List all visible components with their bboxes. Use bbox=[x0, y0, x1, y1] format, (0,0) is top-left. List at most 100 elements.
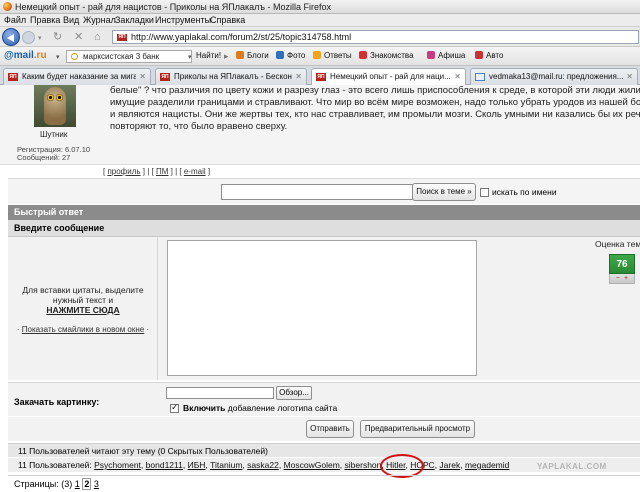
menu-help[interactable]: Справка bbox=[210, 15, 245, 25]
tab-mig[interactable]: ЯП Каким будет наказание за мигалки ✕ bbox=[3, 68, 151, 85]
menu-edit[interactable]: Правка bbox=[30, 15, 60, 25]
tab-favicon-icon: ЯП bbox=[160, 73, 170, 81]
page-current: 2 bbox=[82, 478, 92, 490]
history-dropdown-icon[interactable]: ▾ bbox=[38, 33, 42, 45]
user-link[interactable]: bond1211 bbox=[146, 460, 183, 470]
post-author[interactable]: Шутник bbox=[40, 130, 67, 139]
show-smiles-link[interactable]: Показать смайлики в новом окне bbox=[22, 325, 144, 334]
add-logo-label: Включить добавление логотипа сайта bbox=[183, 403, 337, 413]
menu-tools[interactable]: Инструменты bbox=[155, 15, 211, 25]
mailru-dating[interactable]: Знакомства bbox=[359, 51, 414, 60]
email-link[interactable]: e-mail bbox=[184, 167, 206, 176]
firefox-icon bbox=[3, 2, 12, 11]
url-text[interactable]: http://www.yaplakal.com/forum2/st/25/top… bbox=[131, 32, 351, 42]
user-link[interactable]: Jarek bbox=[439, 460, 460, 470]
vote-down-icon[interactable]: − bbox=[616, 275, 620, 282]
mailru-answers-label: Ответы bbox=[324, 51, 352, 60]
quote-hint-line: Для вставки цитаты, выделите bbox=[22, 285, 144, 295]
forward-button[interactable] bbox=[22, 31, 35, 44]
preview-button[interactable]: Предварительный просмотр bbox=[360, 420, 475, 438]
post-body: белые" ? что различия по цвету кожи и ра… bbox=[110, 85, 640, 133]
user-link[interactable]: ИБН bbox=[188, 460, 206, 470]
user-link[interactable]: Titanium bbox=[210, 460, 242, 470]
car-icon bbox=[475, 51, 483, 59]
rating-value: 76 bbox=[609, 254, 635, 274]
topic-search-input[interactable] bbox=[221, 184, 413, 200]
message-panel bbox=[158, 237, 488, 380]
mailru-logo[interactable]: @mail.ru bbox=[4, 50, 47, 61]
tab-mail[interactable]: vedmaka13@mail.ru: предложения... ✕ bbox=[470, 68, 638, 85]
readers-count: 11 Пользователей читают эту тему (0 Скры… bbox=[8, 443, 640, 457]
mailru-answers[interactable]: Ответы bbox=[313, 51, 352, 60]
search-by-name-checkbox[interactable] bbox=[480, 188, 489, 197]
user-link[interactable]: sibershon bbox=[345, 460, 382, 470]
menu-file[interactable]: Файл bbox=[4, 15, 26, 25]
mailru-search-input[interactable]: марксистская 3 банк bbox=[66, 50, 192, 63]
window-title-bar: Немецкий опыт - рай для нацистов - Прико… bbox=[0, 0, 640, 14]
tab-current[interactable]: ЯП Немецкий опыт - рай для наци... ✕ bbox=[311, 68, 466, 86]
vote-up-icon[interactable]: + bbox=[624, 275, 628, 282]
upload-row: Закачать картинку: Обзор... Включить доб… bbox=[8, 382, 640, 416]
tab-prikoly[interactable]: ЯП Приколы на ЯПлакалъ - Бесконеч... ✕ bbox=[155, 68, 307, 85]
quote-helper-panel: Для вставки цитаты, выделите нужный текс… bbox=[8, 237, 158, 380]
back-button[interactable] bbox=[2, 28, 20, 46]
user-link[interactable]: megademid bbox=[465, 460, 509, 470]
mailru-toolbar: @mail.ru ▾ марксистская 3 банк ▾ Найти! … bbox=[0, 47, 640, 66]
mailru-logo-text: mail bbox=[13, 50, 34, 61]
user-link[interactable]: Psychoment bbox=[94, 460, 141, 470]
mailru-search-dropdown-icon[interactable]: ▾ bbox=[188, 53, 192, 61]
mailru-blogs[interactable]: Блоги bbox=[236, 51, 269, 60]
add-logo-rest: добавление логотипа сайта bbox=[225, 403, 338, 413]
page-content: Шутник Регистрация: 6.07.10 Сообщений: 2… bbox=[0, 85, 640, 492]
add-logo-checkbox[interactable] bbox=[170, 402, 179, 413]
window-title: Немецкий опыт - рай для нацистов - Прико… bbox=[15, 2, 331, 12]
reload-icon[interactable]: ↻ bbox=[53, 31, 62, 43]
mailru-find-button[interactable]: Найти! bbox=[196, 51, 221, 60]
topic-search-button[interactable]: Поиск в теме » bbox=[412, 183, 476, 201]
pm-link[interactable]: ПМ bbox=[156, 167, 168, 176]
tab-label: Каким будет наказание за мигалки bbox=[22, 72, 136, 81]
close-tab-icon[interactable]: ✕ bbox=[626, 72, 633, 81]
menu-view[interactable]: Вид bbox=[63, 15, 79, 25]
mailru-photo-label: Фото bbox=[287, 51, 306, 60]
mailru-search-value[interactable]: марксистская 3 банк bbox=[83, 52, 159, 61]
close-tab-icon[interactable]: ✕ bbox=[139, 72, 146, 81]
topic-search-row: Поиск в теме » искать по имени bbox=[8, 178, 640, 204]
page-link-3[interactable]: 3 bbox=[94, 479, 99, 489]
search-icon bbox=[71, 53, 78, 60]
menu-bookmarks[interactable]: Закладки bbox=[115, 15, 154, 25]
close-tab-icon[interactable]: ✕ bbox=[295, 72, 302, 81]
site-favicon-icon: ЯП bbox=[117, 34, 127, 41]
rating-panel: Оценка темы 76 −+ bbox=[488, 237, 640, 380]
mailru-blogs-label: Блоги bbox=[247, 51, 269, 60]
author-messages: Сообщений: 27 bbox=[17, 153, 71, 162]
mailru-photo[interactable]: Фото bbox=[276, 51, 305, 60]
close-tab-icon[interactable]: ✕ bbox=[454, 72, 461, 81]
mailru-menu-dropdown-icon[interactable]: ▾ bbox=[56, 53, 60, 61]
user-link[interactable]: MoscowGolem bbox=[284, 460, 340, 470]
mailru-afisha[interactable]: Афиша bbox=[427, 51, 465, 60]
message-textarea[interactable] bbox=[167, 240, 477, 376]
pagination-label: Страницы: bbox=[14, 479, 59, 489]
page-link-1[interactable]: 1 bbox=[75, 479, 80, 489]
url-bar[interactable]: ЯП http://www.yaplakal.com/forum2/st/25/… bbox=[112, 30, 639, 44]
send-button[interactable]: Отправить bbox=[306, 420, 354, 438]
blog-icon bbox=[236, 51, 244, 59]
mailru-afisha-label: Афиша bbox=[438, 51, 466, 60]
user-link[interactable]: saska22 bbox=[247, 460, 279, 470]
post-line: и являются нацисты. Они же жертвы тех, к… bbox=[110, 109, 640, 120]
home-icon[interactable]: ⌂ bbox=[94, 31, 101, 43]
mailru-dating-label: Знакомства bbox=[370, 51, 414, 60]
add-logo-strong: Включить bbox=[183, 403, 226, 413]
readers-prefix: 11 Пользователей: bbox=[18, 460, 92, 470]
insert-quote-link[interactable]: НАЖМИТЕ СЮДА bbox=[46, 305, 119, 315]
browse-button[interactable]: Обзор... bbox=[276, 386, 312, 400]
file-path-input[interactable] bbox=[166, 387, 274, 399]
enter-message-label: Введите сообщение bbox=[8, 220, 640, 237]
mailru-auto[interactable]: Авто bbox=[475, 51, 503, 60]
profile-link[interactable]: профиль bbox=[107, 167, 140, 176]
menu-history[interactable]: Журнал bbox=[83, 15, 116, 25]
rating-vote-buttons: − + bbox=[609, 274, 635, 284]
stop-icon[interactable]: ✕ bbox=[74, 31, 83, 43]
submit-row: Отправить Предварительный просмотр bbox=[8, 417, 640, 441]
